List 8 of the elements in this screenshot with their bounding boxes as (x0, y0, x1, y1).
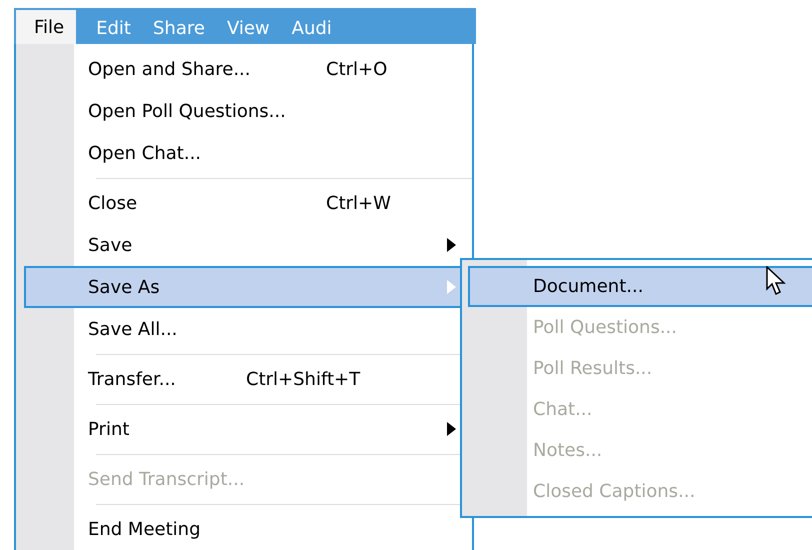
menu-item[interactable]: Open Poll Questions... (24, 90, 472, 132)
menu-bar-item[interactable]: File (14, 8, 78, 44)
menu-item[interactable]: Close Ctrl+W (24, 182, 472, 224)
menu-item[interactable]: Document... (468, 266, 812, 307)
mouse-pointer-icon (766, 266, 786, 296)
menu-item[interactable]: Open and Share... Ctrl+O (24, 48, 472, 90)
menu-item[interactable]: Open Chat... (24, 132, 472, 174)
menu-item[interactable]: Save (24, 224, 472, 266)
